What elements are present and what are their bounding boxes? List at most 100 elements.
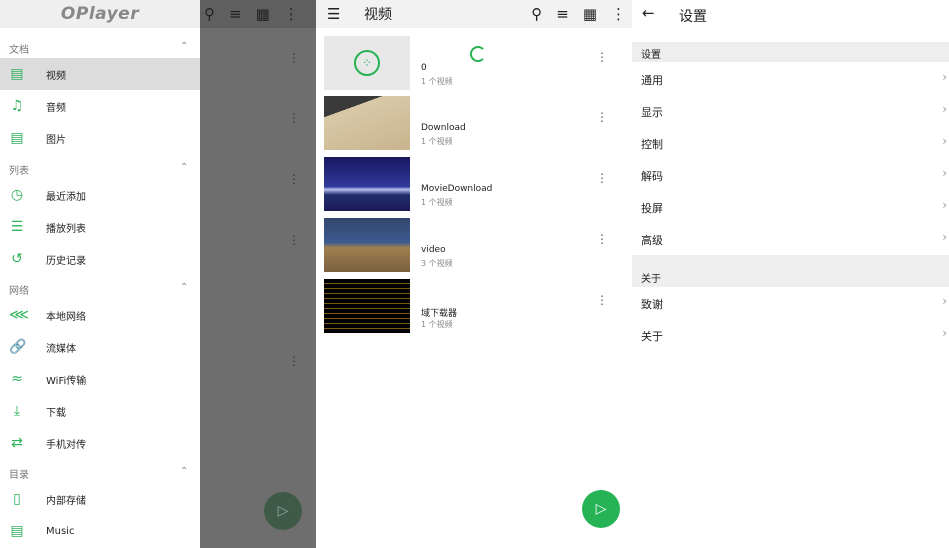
settings-item-control[interactable]: 控制 › (632, 126, 949, 158)
settings-item-thanks[interactable]: 致谢 › (632, 286, 949, 318)
more-icon: ⋮ (288, 354, 300, 368)
more-icon[interactable]: ⋮ (596, 171, 608, 185)
settings-item-advanced[interactable]: 高级 › (632, 222, 949, 254)
item-label: 下载 (46, 407, 66, 419)
collapse-icon[interactable]: ⌃ (180, 41, 188, 52)
more-icon[interactable]: ⋮ (596, 50, 608, 64)
wifi-icon: ≈ (11, 371, 23, 387)
folder-thumbnail (324, 218, 410, 272)
drawer-item-music-folder[interactable]: ▤ Music (0, 515, 200, 547)
settings-item-about[interactable]: 关于 › (632, 318, 949, 350)
drawer-item-stream[interactable]: 🔗 流媒体 (0, 331, 200, 363)
settings-screen: ← 设置 设置 通用 › 显示 › 控制 › 解码 › 投屏 › 高级 › 关于 致谢 › 关… (632, 0, 949, 548)
top-app-bar: ← 设置 (632, 0, 949, 28)
section-header: 文档 (9, 45, 29, 56)
chevron-right-icon: › (942, 102, 947, 116)
drawer-item-audio[interactable]: ♫ 音频 (0, 90, 200, 122)
more-icon[interactable]: ⋮ (611, 5, 626, 23)
drawer-item-download[interactable]: ⤓ 下载 (0, 395, 200, 427)
play-fab-dimmed: ▷ (264, 492, 302, 530)
dim-overlay[interactable]: ⚲ ≡ ▦ ⋮ ⋮ ⋮ ⋮ ⋮ ⋮ (200, 0, 316, 548)
settings-item-display[interactable]: 显示 › (632, 94, 949, 126)
nav-drawer: OPlayer 文档 ⌃ ▤ 视频 ♫ 音频 ▤ 图片 列表 ⌃ ◷ 最近添加 ☰ 播放列表 … (0, 0, 200, 548)
item-label: 最近添加 (46, 191, 86, 203)
item-label: 致谢 (641, 298, 663, 311)
more-icon: ⋮ (288, 172, 300, 186)
drawer-item-lan[interactable]: ⋘ 本地网络 (0, 299, 200, 331)
dim-toolbar: ⚲ ≡ ▦ ⋮ (200, 0, 316, 28)
transfer-icon: ⇄ (11, 435, 23, 451)
more-icon[interactable]: ⋮ (596, 293, 608, 307)
item-label: 解码 (641, 170, 663, 183)
item-label: 播放列表 (46, 223, 86, 235)
folder-name: video (421, 245, 446, 255)
history-icon: ↺ (11, 251, 23, 267)
folder-row[interactable]: 域下载器 1 个视频 ⋮ (324, 279, 624, 333)
drawer-header: OPlayer (0, 0, 200, 28)
item-label: 投屏 (641, 202, 663, 215)
play-fab[interactable]: ▷ (582, 490, 620, 528)
item-label: 高级 (641, 234, 663, 247)
loading-spinner (470, 46, 486, 62)
drawer-item-image[interactable]: ▤ 图片 (0, 122, 200, 154)
drawer-item-playlist[interactable]: ☰ 播放列表 (0, 211, 200, 243)
folder-row[interactable]: Download 1 个视频 ⋮ (324, 96, 624, 150)
settings-item-cast[interactable]: 投屏 › (632, 190, 949, 222)
folder-name: 域下载器 (421, 309, 458, 319)
folder-name: MovieDownload (421, 184, 493, 194)
drawer-screen: ⚲ ≡ ▦ ⋮ ⋮ ⋮ ⋮ ⋮ ⋮ ▷ OPlayer 文档 ⌃ ▤ 视频 ♫ 音频 … (0, 0, 316, 548)
drawer-item-video[interactable]: ▤ 视频 (0, 58, 200, 90)
more-icon: ⋮ (288, 111, 300, 125)
chevron-right-icon: › (942, 326, 947, 340)
drawer-item-transfer[interactable]: ⇄ 手机对传 (0, 427, 200, 459)
folder-count: 1 个视频 (421, 198, 453, 207)
menu-icon[interactable]: ☰ (327, 5, 340, 23)
more-icon[interactable]: ⋮ (596, 232, 608, 246)
item-label: 图片 (46, 134, 66, 146)
chevron-right-icon: › (942, 70, 947, 84)
collapse-icon[interactable]: ⌃ (180, 466, 188, 477)
share-icon: ⋘ (9, 307, 29, 323)
drawer-item-recent[interactable]: ◷ 最近添加 (0, 179, 200, 211)
folder-name: 0 (421, 63, 427, 73)
play-icon: ▷ (595, 501, 607, 517)
more-icon: ⋮ (288, 51, 300, 65)
chevron-right-icon: › (942, 166, 947, 180)
more-icon[interactable]: ⋮ (596, 110, 608, 124)
grid-icon[interactable]: ▦ (583, 5, 597, 23)
app-logo: OPlayer (60, 4, 140, 24)
image-icon: ▤ (10, 130, 24, 146)
drawer-item-wifi[interactable]: ≈ WiFi传输 (0, 363, 200, 395)
folder-row[interactable]: ⁘ 0 1 个视频 ⋮ (324, 36, 624, 90)
item-label: 显示 (641, 106, 663, 119)
settings-item-general[interactable]: 通用 › (632, 62, 949, 94)
collapse-icon[interactable]: ⌃ (180, 162, 188, 173)
folder-thumbnail (324, 157, 410, 211)
back-arrow-icon[interactable]: ← (642, 4, 655, 22)
settings-item-decode[interactable]: 解码 › (632, 158, 949, 190)
link-icon: 🔗 (9, 339, 27, 355)
folder-thumbnail (324, 279, 410, 333)
search-icon[interactable]: ⚲ (531, 5, 542, 23)
collapse-icon[interactable]: ⌃ (180, 282, 188, 293)
folder-count: 1 个视频 (421, 137, 453, 146)
drawer-item-internal-storage[interactable]: ▯ 内部存储 (0, 483, 200, 515)
item-label: 内部存储 (46, 495, 86, 507)
folder-name: Download (421, 123, 466, 133)
chevron-right-icon: › (942, 198, 947, 212)
drawer-item-history[interactable]: ↺ 历史记录 (0, 243, 200, 275)
folder-row[interactable]: video 3 个视频 ⋮ (324, 218, 624, 272)
item-label: 控制 (641, 138, 663, 151)
search-icon: ⚲ (204, 5, 215, 23)
sort-icon[interactable]: ≡ (556, 5, 569, 23)
film-icon: ▤ (10, 66, 24, 82)
playlist-icon: ☰ (10, 219, 24, 235)
clock-icon: ◷ (10, 187, 24, 203)
grid-icon: ▦ (255, 5, 270, 23)
download-icon: ⤓ (13, 403, 21, 419)
page-title: 视频 (364, 7, 392, 23)
section-header: 关于 (632, 255, 949, 287)
storage-icon: ▯ (13, 491, 21, 507)
folder-row[interactable]: MovieDownload 1 个视频 ⋮ (324, 157, 624, 211)
item-label: WiFi传输 (46, 375, 87, 387)
